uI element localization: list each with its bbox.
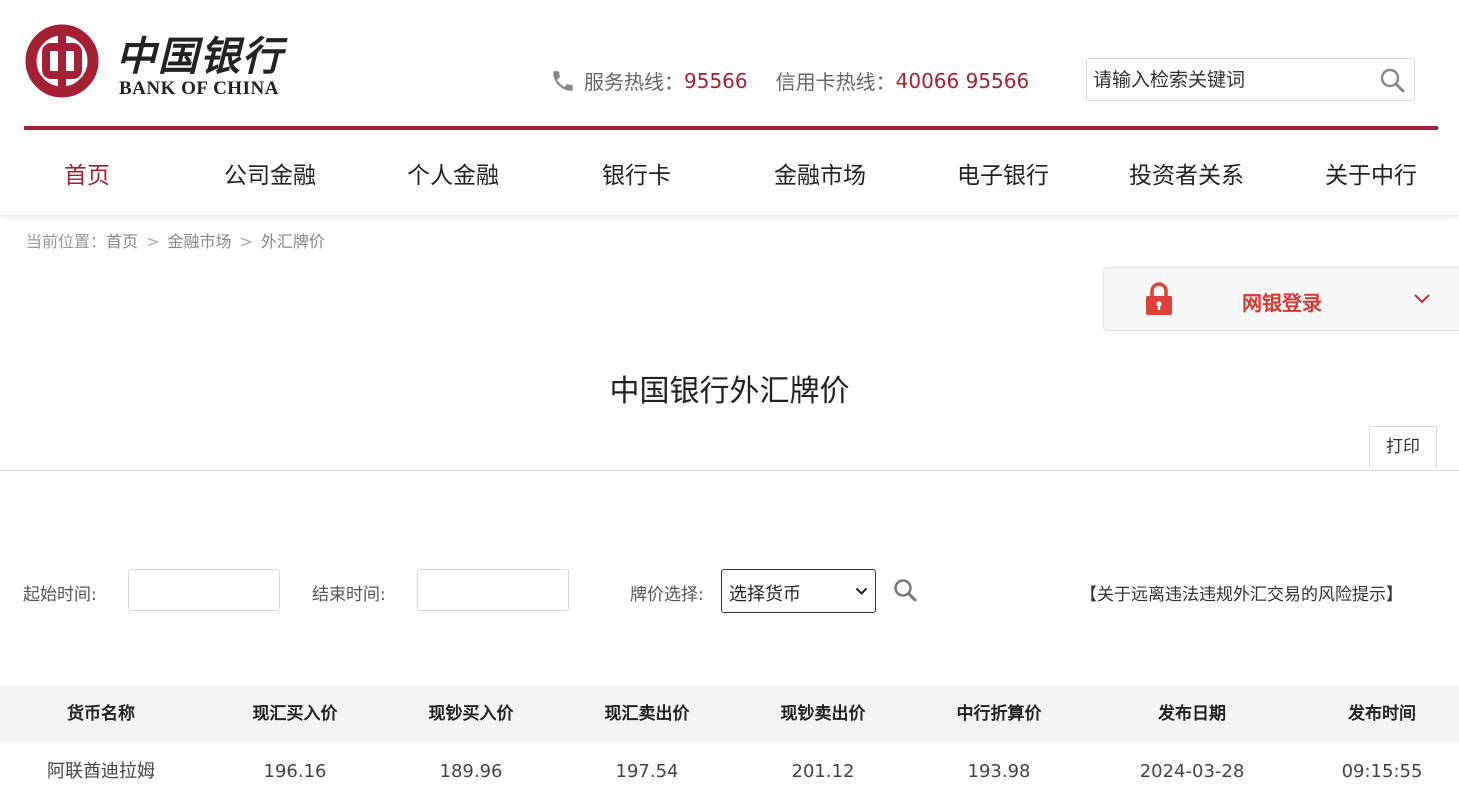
boc-logo-icon: [25, 24, 99, 98]
nav-item-corporate-banking[interactable]: 公司金融: [224, 156, 316, 190]
column-header-publish-time: 发布时间: [1348, 704, 1416, 724]
cell-currency-name: 阿联酋迪拉姆: [47, 761, 155, 782]
cell-spot-buy: 196.16: [263, 761, 327, 782]
breadcrumb-fx-rates[interactable]: 外汇牌价: [261, 232, 325, 251]
card-hotline-number: 40066 95566: [895, 68, 1030, 93]
table-row: 阿联酋迪拉姆 196.16 189.96 197.54 201.12 193.9…: [0, 743, 1459, 800]
search-icon[interactable]: [892, 577, 918, 603]
breadcrumb-prefix: 当前位置：: [26, 232, 107, 251]
logo-english-name: BANK OF CHINA: [119, 78, 279, 99]
logo-chinese-name: 中国银行: [116, 33, 284, 80]
nav-item-home[interactable]: 首页: [64, 156, 110, 190]
currency-select[interactable]: 选择货币: [721, 569, 876, 613]
search-icon[interactable]: [1378, 66, 1406, 94]
breadcrumb-financial-markets[interactable]: 金融市场: [167, 232, 231, 251]
page-title: 中国银行外汇牌价: [609, 374, 850, 409]
column-header-currency-name: 货币名称: [67, 704, 135, 724]
breadcrumb-separator: >: [239, 232, 253, 251]
breadcrumb: 当前位置：首页 > 金融市场 > 外汇牌价: [26, 228, 325, 252]
column-header-cash-sell: 现钞卖出价: [780, 704, 866, 724]
card-hotline-label: 信用卡热线：: [775, 70, 896, 94]
nav-item-investor-relations[interactable]: 投资者关系: [1129, 156, 1244, 190]
lock-icon: [1146, 282, 1172, 315]
nav-item-about-boc[interactable]: 关于中行: [1325, 156, 1417, 190]
column-header-spot-buy: 现汇买入价: [252, 704, 338, 724]
site-header: 中国银行 BANK OF CHINA 服务热线： 95566 信用卡热线： 40…: [0, 0, 1459, 130]
breadcrumb-home[interactable]: 首页: [106, 232, 138, 251]
nav-item-financial-markets[interactable]: 金融市场: [774, 156, 866, 190]
hotline-info: 服务热线： 95566 信用卡热线： 40066 95566: [550, 66, 1029, 95]
chevron-down-icon: [1414, 294, 1430, 304]
column-header-cash-buy: 现钞买入价: [428, 704, 514, 724]
main-nav: 首页 公司金融 个人金融 银行卡 金融市场 电子银行 投资者关系 关于中行: [0, 130, 1459, 216]
login-label: 网银登录: [1242, 291, 1322, 315]
column-header-boc-conversion: 中行折算价: [956, 704, 1042, 724]
nav-item-bank-card[interactable]: 银行卡: [602, 156, 671, 190]
end-time-label: 结束时间:: [312, 585, 386, 605]
cell-publish-time: 09:15:55: [1341, 761, 1423, 782]
currency-select-label: 牌价选择:: [630, 585, 704, 605]
chevron-down-icon: [855, 587, 868, 595]
end-time-input[interactable]: [417, 569, 569, 611]
search-input[interactable]: [1093, 65, 1363, 95]
bank-logo[interactable]: 中国银行 BANK OF CHINA: [24, 24, 294, 100]
breadcrumb-separator: >: [146, 232, 160, 251]
risk-warning-link[interactable]: 【关于远离违法违规外汇交易的风险提示】: [1080, 580, 1403, 605]
currency-select-value: 选择货币: [729, 584, 801, 605]
nav-item-e-banking[interactable]: 电子银行: [957, 156, 1049, 190]
service-hotline-number: 95566: [684, 68, 748, 93]
cell-cash-sell: 201.12: [791, 761, 855, 782]
service-hotline-label: 服务热线：: [584, 70, 684, 94]
start-time-label: 起始时间:: [23, 585, 97, 605]
cell-publish-date: 2024-03-28: [1139, 761, 1245, 782]
site-search: [1086, 58, 1415, 101]
phone-icon: [553, 70, 573, 91]
table-header-row: 货币名称 现汇买入价 现钞买入价 现汇卖出价 现钞卖出价 中行折算价 发布日期 …: [0, 686, 1459, 743]
start-time-input[interactable]: [128, 569, 280, 611]
cell-boc-conversion: 193.98: [967, 761, 1031, 782]
nav-item-personal-banking[interactable]: 个人金融: [407, 156, 499, 190]
column-header-publish-date: 发布日期: [1158, 704, 1226, 724]
column-header-spot-sell: 现汇卖出价: [604, 704, 690, 724]
cell-spot-sell: 197.54: [615, 761, 679, 782]
section-divider: [0, 470, 1459, 471]
online-banking-login-button[interactable]: 网银登录: [1103, 267, 1459, 331]
cell-cash-buy: 189.96: [439, 761, 503, 782]
print-button[interactable]: 打印: [1369, 426, 1437, 468]
